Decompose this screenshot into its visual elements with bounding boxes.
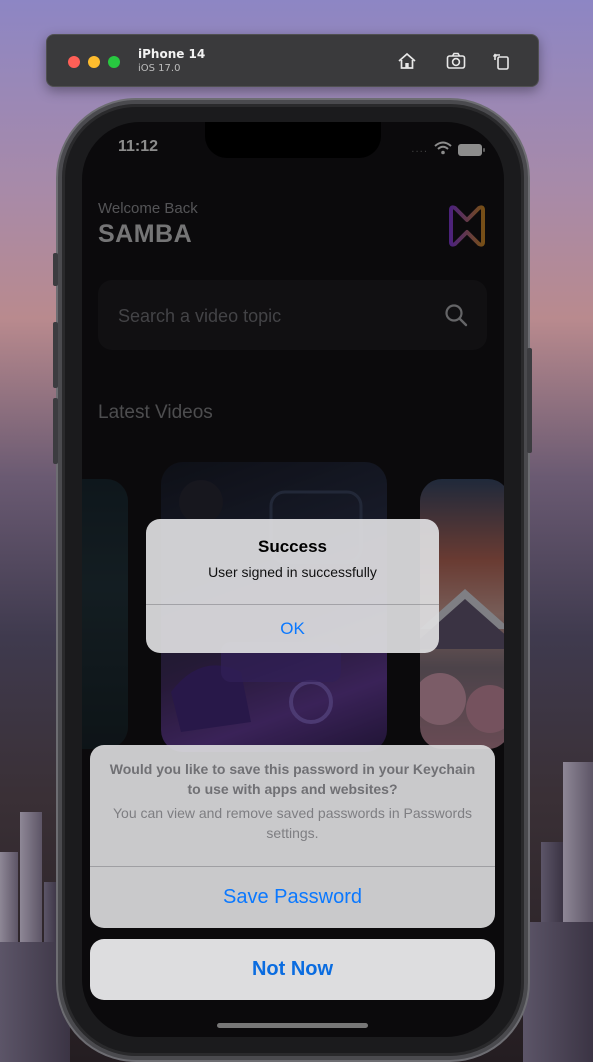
close-window-button[interactable] [68,56,80,68]
zoom-window-button[interactable] [108,56,120,68]
alert-ok-button[interactable]: OK [146,605,439,653]
not-now-button[interactable]: Not Now [90,939,495,1000]
screenshot-icon[interactable] [445,50,467,72]
simulator-toolbar: iPhone 14 iOS 17.0 [46,34,539,87]
alert-title: Success [258,537,327,556]
volume-up-button[interactable] [53,322,58,388]
save-password-button[interactable]: Save Password [90,867,495,928]
minimize-window-button[interactable] [88,56,100,68]
volume-down-button[interactable] [53,398,58,464]
keychain-action-sheet: Would you like to save this password in … [90,745,495,928]
simulator-device-name: iPhone 14 [138,47,206,61]
success-alert: Success User signed in successfully OK [146,519,439,653]
rotate-icon[interactable] [491,50,513,72]
background-city-right [523,382,593,1062]
power-button[interactable] [527,348,532,453]
phone-screen: 11:12 .... Welcome Back SAMBA Search a v… [82,122,504,1037]
simulator-os-version: iOS 17.0 [138,63,181,74]
home-icon[interactable] [396,50,418,72]
keychain-sheet-message: You can view and remove saved passwords … [112,805,472,841]
alert-message: User signed in successfully [208,564,377,580]
action-button[interactable] [53,253,58,286]
home-indicator[interactable] [217,1023,368,1028]
keychain-sheet-title: Would you like to save this password in … [109,761,476,797]
